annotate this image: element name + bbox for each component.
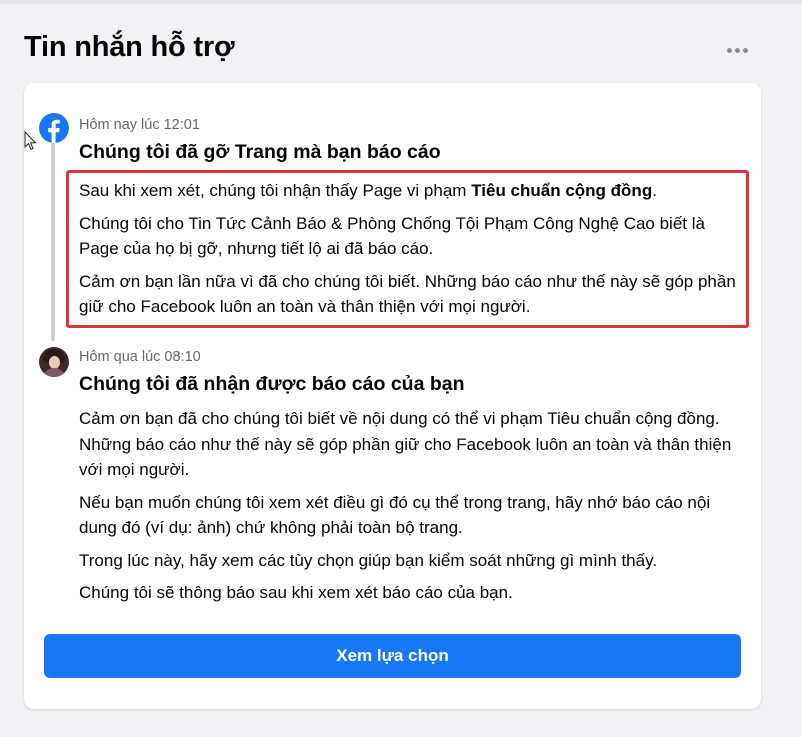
more-horizontal-icon: [726, 47, 732, 53]
message-paragraph: Nếu bạn muốn chúng tôi xem xét điều gì đ…: [79, 492, 711, 538]
message-timestamp: Hôm qua lúc 08:10: [79, 349, 201, 365]
message-timestamp: Hôm nay lúc 12:01: [79, 117, 200, 133]
facebook-logo-icon: [39, 113, 69, 143]
message-paragraph: Chúng tôi sẽ thông báo sau khi xem xét b…: [79, 583, 513, 602]
message-thread-card: Hôm nay lúc 12:01 Chúng tôi đã gỡ Trang …: [24, 83, 761, 709]
message-title: Chúng tôi đã nhận được báo cáo của bạn: [79, 373, 465, 395]
more-horizontal-icon-dot: [742, 47, 748, 53]
support-inbox-panel: Tin nhắn hỗ trợ Hôm nay lúc 12:01 Chúng …: [0, 4, 802, 737]
message-body: Cảm ơn bạn đã cho chúng tôi biết về nội …: [79, 406, 749, 606]
message-title: Chúng tôi đã gỡ Trang mà bạn báo cáo: [79, 141, 441, 163]
highlight-annotation-box: [66, 170, 749, 328]
page-title: Tin nhắn hỗ trợ: [24, 31, 235, 63]
see-options-button[interactable]: Xem lựa chọn: [44, 634, 741, 678]
message-paragraph: Trong lúc này, hãy xem các tùy chọn giúp…: [79, 550, 658, 570]
message-report-received: Hôm qua lúc 08:10 Chúng tôi đã nhận được…: [79, 348, 749, 613]
more-horizontal-icon-dot: [734, 47, 740, 53]
timeline-line: [51, 141, 55, 341]
mouse-cursor-icon: [24, 131, 37, 151]
more-options-button[interactable]: [720, 38, 754, 62]
message-paragraph: Cảm ơn bạn đã cho chúng tôi biết về nội …: [79, 409, 732, 479]
user-avatar: [39, 347, 69, 377]
